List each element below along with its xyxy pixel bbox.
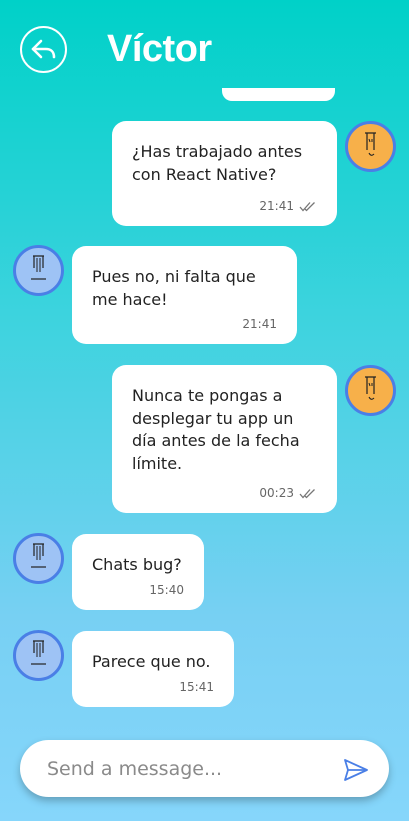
message-time: 15:41 bbox=[179, 680, 214, 694]
send-button[interactable] bbox=[343, 758, 369, 782]
message-bubble-received[interactable]: Pues no, ni falta que me hace! 21:41 bbox=[72, 246, 297, 344]
message-text: ¿Has trabajado antes con React Native? bbox=[132, 142, 303, 184]
chat-title: Víctor bbox=[107, 28, 212, 70]
back-arrow-icon bbox=[31, 39, 55, 58]
message-bubble-sent[interactable]: ¿Has trabajado antes con React Native? 2… bbox=[112, 121, 337, 226]
message-time: 00:23 bbox=[259, 486, 294, 500]
message-text: Chats bug? bbox=[92, 555, 182, 574]
double-check-icon bbox=[299, 201, 315, 211]
face-icon bbox=[31, 255, 46, 280]
back-button[interactable] bbox=[20, 26, 67, 73]
avatar-contact bbox=[13, 630, 64, 681]
face-icon bbox=[365, 132, 376, 156]
message-text: Nunca te pongas a desplegar tu app un dí… bbox=[132, 386, 300, 473]
chat-header: Víctor bbox=[0, 0, 409, 100]
message-time: 15:40 bbox=[149, 583, 184, 597]
message-input[interactable] bbox=[47, 753, 337, 785]
avatar-contact bbox=[13, 533, 64, 584]
previous-message-bubble bbox=[222, 88, 335, 101]
message-bubble-received[interactable]: Chats bug? 15:40 bbox=[72, 534, 204, 610]
send-icon bbox=[344, 759, 368, 781]
face-icon bbox=[365, 376, 376, 400]
message-bubble-received[interactable]: Parece que no. 15:41 bbox=[72, 631, 234, 707]
message-text: Pues no, ni falta que me hace! bbox=[92, 267, 256, 309]
message-bubble-sent[interactable]: Nunca te pongas a desplegar tu app un dí… bbox=[112, 365, 337, 513]
face-icon bbox=[31, 543, 46, 568]
face-icon bbox=[31, 640, 46, 665]
message-time: 21:41 bbox=[259, 199, 294, 213]
message-time: 21:41 bbox=[242, 317, 277, 331]
avatar-me bbox=[345, 121, 396, 172]
message-composer bbox=[20, 740, 389, 797]
avatar-me bbox=[345, 365, 396, 416]
message-text: Parece que no. bbox=[92, 652, 211, 671]
avatar-contact bbox=[13, 245, 64, 296]
double-check-icon bbox=[299, 488, 315, 498]
